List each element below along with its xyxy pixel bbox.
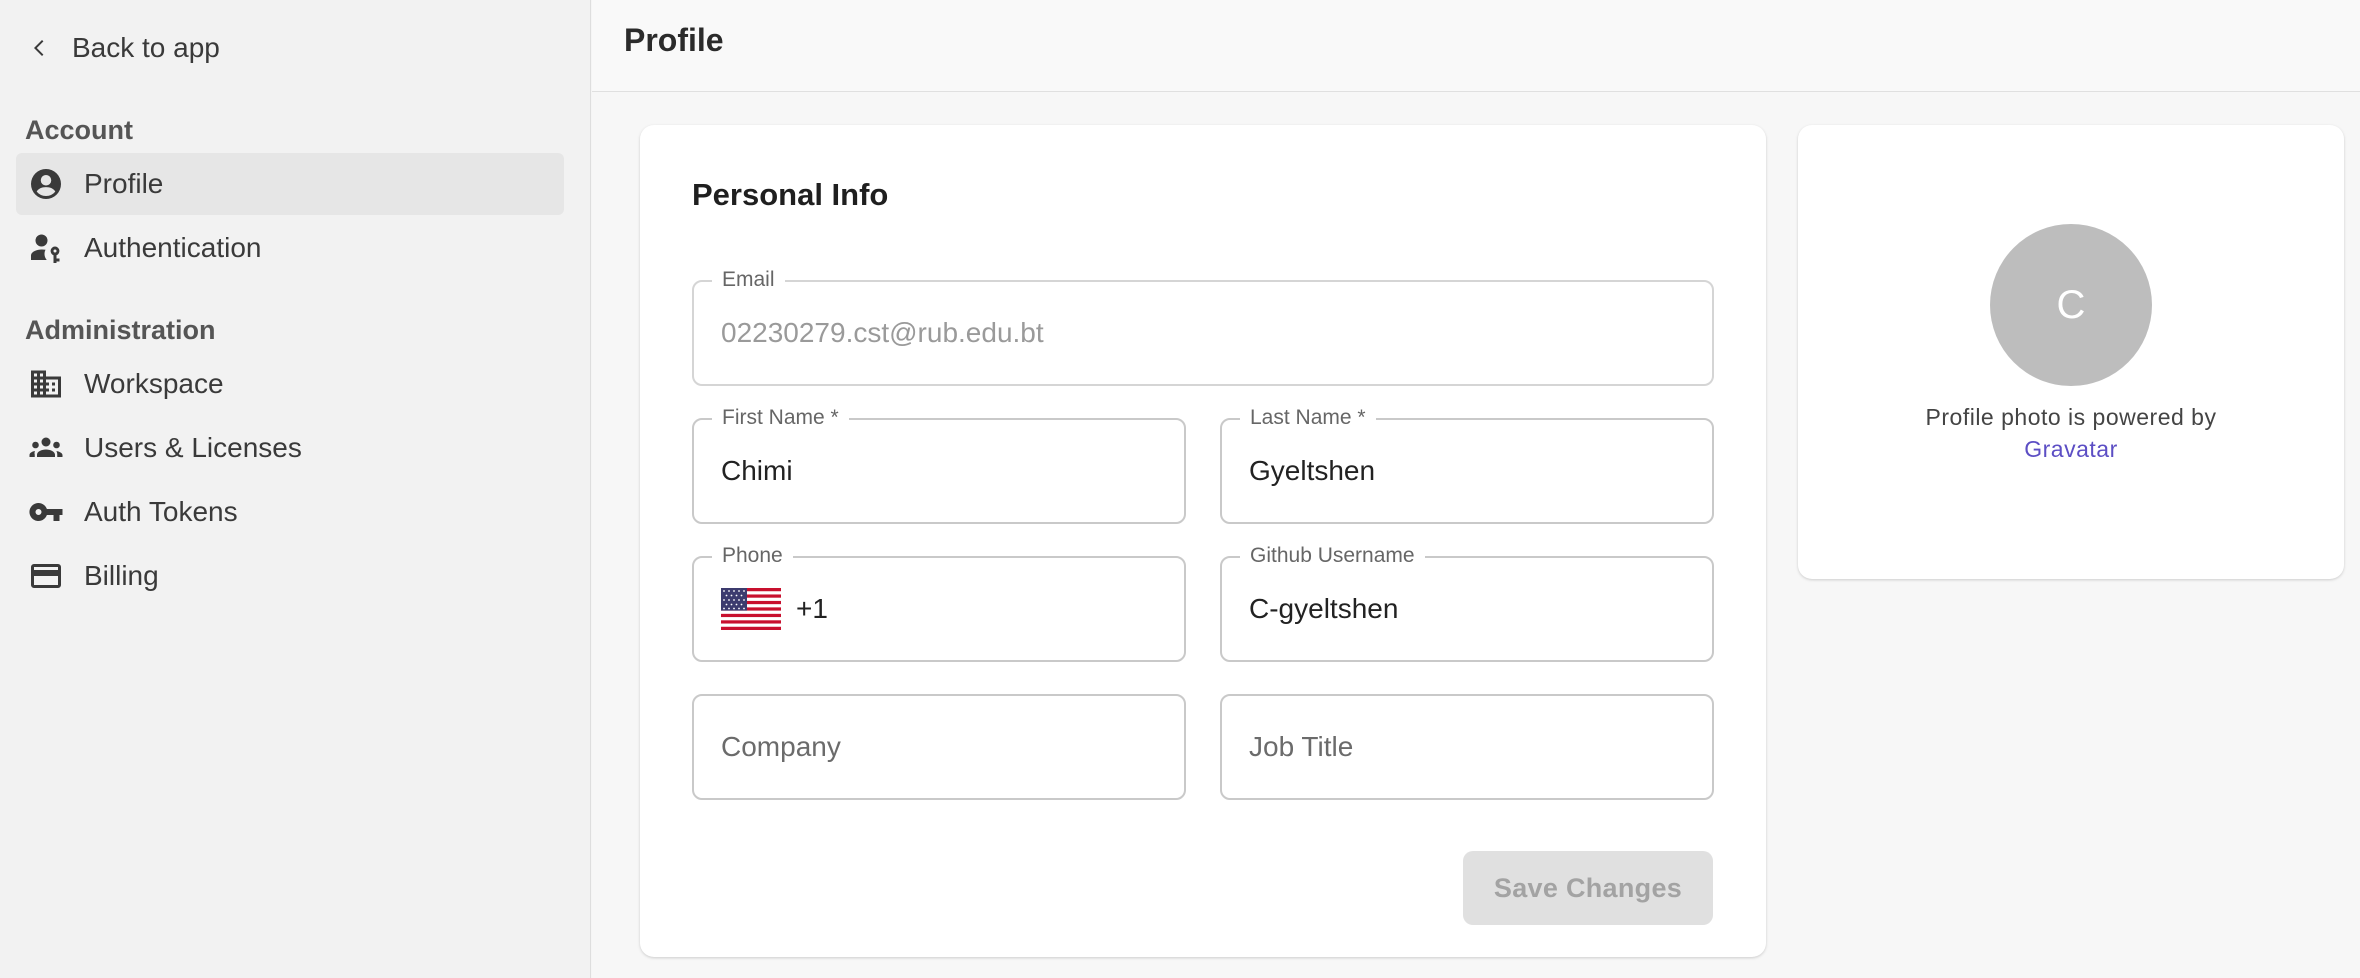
last-name-field[interactable]: Last Name * Gyeltshen (1220, 406, 1714, 524)
gravatar-link[interactable]: Gravatar (1798, 433, 2344, 465)
photo-note: Profile photo is powered by (1925, 404, 2217, 430)
section-title-administration: Administration (25, 315, 216, 345)
sidebar-item-label: Workspace (84, 368, 224, 399)
sidebar-item-label: Billing (84, 560, 159, 591)
job-title-placeholder: Job Title (1249, 731, 1354, 762)
credit-card-icon (26, 556, 66, 596)
card-title: Personal Info (692, 177, 889, 212)
page-title: Profile (624, 22, 724, 58)
job-title-field[interactable]: Job Title (1220, 694, 1714, 800)
phone-field[interactable]: Phone +1 (692, 544, 1186, 662)
github-username-value: C-gyeltshen (1249, 593, 1399, 624)
chevron-left-icon (34, 40, 44, 56)
company-field[interactable]: Company (692, 694, 1186, 800)
profile-photo-card: C Profile photo is powered by Gravatar (1798, 125, 2344, 579)
sidebar-item-workspace[interactable]: Workspace (16, 353, 564, 415)
sidebar-item-billing[interactable]: Billing (16, 545, 564, 607)
last-name-value: Gyeltshen (1249, 455, 1376, 486)
key-icon (26, 492, 66, 532)
building-icon (26, 364, 66, 404)
github-username-field[interactable]: Github Username C-gyeltshen (1220, 544, 1714, 662)
first-name-value: Chimi (721, 455, 793, 486)
people-icon (26, 428, 66, 468)
avatar: C (1990, 224, 2152, 386)
person-key-icon (26, 228, 66, 268)
personal-info-card: Personal Info Email 02230279.cst@rub.edu… (640, 125, 1766, 957)
email-value: 02230279.cst@rub.edu.bt (721, 317, 1044, 348)
sidebar-item-label: Auth Tokens (84, 496, 238, 527)
phone-country-code: +1 (796, 593, 828, 624)
save-changes-button[interactable]: Save Changes (1463, 851, 1713, 925)
sidebar-item-users-licenses[interactable]: Users & Licenses (16, 417, 564, 479)
sidebar-item-label: Authentication (84, 232, 262, 263)
sidebar: Back to app Account Profile Authenticati… (0, 0, 591, 978)
phone-label: Phone (712, 544, 793, 568)
account-circle-icon (26, 164, 66, 204)
us-flag-icon[interactable] (721, 588, 781, 630)
sidebar-item-profile[interactable]: Profile (16, 153, 564, 215)
top-bar: Profile (592, 0, 2360, 92)
back-to-app-link[interactable]: Back to app (28, 28, 220, 68)
sidebar-item-label: Profile (84, 168, 164, 199)
sidebar-item-label: Users & Licenses (84, 432, 302, 463)
first-name-field[interactable]: First Name * Chimi (692, 406, 1186, 524)
company-placeholder: Company (721, 731, 841, 762)
sidebar-item-auth-tokens[interactable]: Auth Tokens (16, 481, 564, 543)
back-to-app-label: Back to app (72, 32, 220, 63)
sidebar-item-authentication[interactable]: Authentication (16, 217, 564, 279)
section-title-account: Account (25, 115, 133, 145)
email-field[interactable]: Email 02230279.cst@rub.edu.bt (692, 268, 1714, 386)
